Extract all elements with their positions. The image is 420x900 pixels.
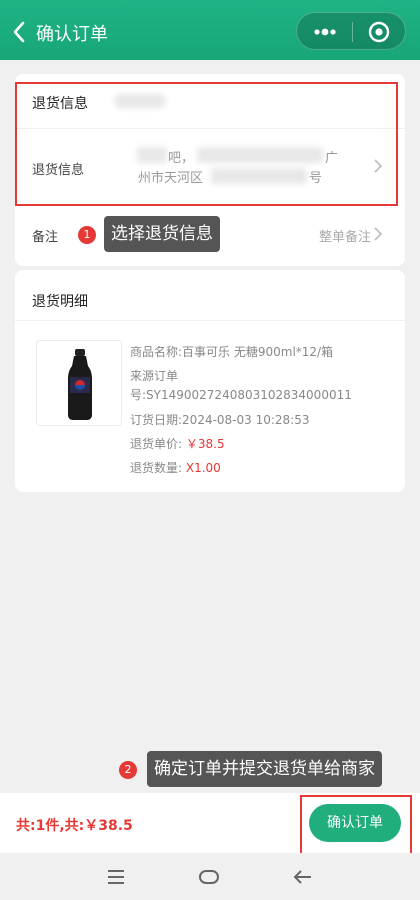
highlight-box-return-info — [15, 82, 398, 206]
return-details-card: 退货明细 商品名称:百事可乐 无糖900ml*12/箱 来源订单 号:SY149… — [15, 270, 405, 492]
remark-value: 整单备注 — [318, 230, 371, 245]
back-button[interactable] — [8, 18, 32, 46]
product-name: 商品名称:百事可乐 无糖900ml*12/箱 — [130, 345, 334, 359]
divider — [15, 320, 405, 321]
source-order-label: 来源订单 — [130, 369, 179, 383]
annotation-badge-2: 2 — [119, 761, 137, 779]
source-order-number: 号:SY14900272408031028340000​11 — [130, 388, 352, 402]
back-arrow-icon[interactable] — [292, 867, 314, 887]
quantity-row: 退货数量: X1.00 — [130, 459, 221, 476]
unit-price-value: ￥38.5 — [185, 437, 225, 451]
return-details-section-title: 退货明细 — [32, 294, 88, 310]
chevron-left-icon — [13, 21, 25, 43]
annotation-badge-1: 1 — [78, 226, 96, 244]
unit-price-row: 退货单价: ￥38.5 — [130, 435, 225, 452]
product-image — [36, 340, 122, 426]
page-title: 确认订单 — [36, 24, 108, 45]
quantity-label: 退货数量: — [130, 461, 186, 475]
annotation-tooltip-1: 选择退货信息 — [104, 216, 220, 252]
cola-bottle-icon — [68, 349, 92, 420]
order-date: 订货日期:2024-08-03 10:28:53 — [130, 413, 310, 427]
system-nav-bar — [0, 853, 420, 900]
more-icon[interactable] — [309, 22, 341, 42]
remark-label: 备注 — [32, 230, 59, 245]
home-icon[interactable] — [198, 867, 220, 887]
capsule-divider — [352, 22, 353, 42]
highlight-box-confirm — [300, 795, 412, 855]
order-total: 共:1件,共:￥38.5 — [16, 818, 133, 834]
close-target-icon[interactable] — [367, 20, 391, 44]
app-header: 确认订单 — [0, 0, 420, 60]
mini-program-capsule — [296, 12, 406, 50]
annotation-tooltip-2: 确定订单并提交退货单给商家 — [147, 751, 382, 787]
menu-icon[interactable] — [105, 867, 127, 887]
quantity-value: X1.00 — [185, 461, 221, 475]
chevron-right-icon — [374, 227, 383, 241]
unit-price-label: 退货单价: — [130, 437, 186, 451]
